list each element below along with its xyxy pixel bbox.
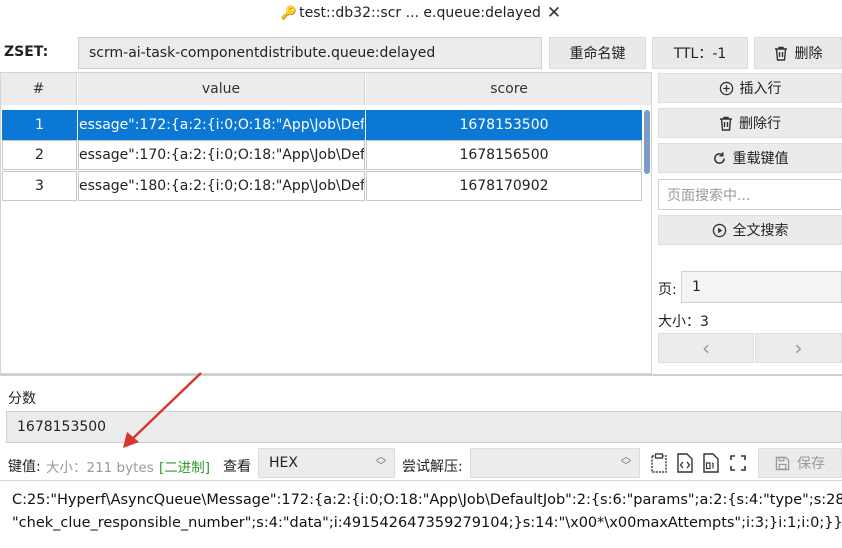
zset-table: # value score 1 essage":172:{a:2:{i:0;O:… (0, 72, 652, 374)
code-file-icon[interactable] (674, 452, 696, 474)
decompress-label: 尝试解压: (402, 459, 463, 475)
next-page-button[interactable]: › (755, 333, 842, 363)
insert-row-label: 插入行 (739, 81, 782, 97)
delete-row-button[interactable]: 删除行 (658, 108, 842, 138)
view-format-select[interactable]: HEX ︿ ﹀ (258, 448, 395, 478)
reload-value-button[interactable]: 重载键值 (658, 143, 842, 173)
value-label: 键值: (8, 459, 41, 475)
value-size-info: 大小：211 bytes (46, 460, 154, 476)
column-header-value[interactable]: value (78, 73, 365, 105)
clipboard-icon[interactable] (648, 452, 670, 474)
rename-key-button[interactable]: 重命名键 (549, 37, 646, 69)
close-icon[interactable]: ✕ (547, 3, 561, 23)
delete-row-label: 删除行 (739, 116, 781, 132)
delete-key-label: 删除 (794, 46, 823, 62)
arrow-annotation (123, 372, 202, 448)
key-type-label: ZSET: (4, 44, 49, 60)
window-title: test::db32::scr ... e.queue:delayed (299, 5, 541, 21)
save-button[interactable]: 保存 (758, 448, 842, 478)
chevron-updown-icon: ︿ ﹀ (621, 452, 631, 472)
value-editor[interactable]: C:25:"Hyperf\AsyncQueue\Message":172:{a:… (0, 480, 842, 548)
ttl-button[interactable]: TTL：-1 (652, 37, 748, 69)
row-index[interactable]: 3 (2, 171, 77, 201)
reload-value-label: 重载键值 (732, 151, 789, 167)
trash-icon (774, 46, 787, 61)
window-title-bar: 🔑 test::db32::scr ... e.queue:delayed ✕ (0, 0, 842, 26)
column-header-score[interactable]: score (366, 73, 651, 105)
view-format-label: 查看 (223, 459, 251, 475)
key-icon: 🔑 (280, 5, 298, 21)
save-label: 保存 (797, 456, 825, 472)
row-score[interactable]: 1678153500 (366, 110, 642, 140)
table-vertical-scrollbar[interactable] (644, 110, 650, 174)
view-format-value: HEX (269, 455, 298, 471)
insert-row-button[interactable]: 插入行 (658, 73, 842, 103)
binary-tag: [二进制] (159, 460, 211, 476)
row-index[interactable]: 1 (2, 110, 77, 140)
fullscreen-icon[interactable] (727, 452, 749, 474)
row-value[interactable]: essage":180:{a:2:{i:0;O:18:"App\Job\Defa… (78, 171, 365, 201)
delete-key-button[interactable]: 删除 (754, 37, 842, 69)
page-search-input[interactable]: 页面搜索中... (658, 179, 842, 210)
row-value[interactable]: essage":170:{a:2:{i:0;O:18:"App\Job\Defa… (78, 140, 365, 170)
key-name-field[interactable]: scrm-ai-task-componentdistribute.queue:d… (78, 37, 542, 69)
value-line: "chek_clue_responsible_number";s:4:"data… (12, 515, 842, 531)
fulltext-search-button[interactable]: 全文搜索 (658, 215, 842, 245)
page-label: 页: (658, 282, 677, 298)
save-icon (775, 456, 790, 470)
play-circle-icon (712, 223, 726, 237)
prev-page-button[interactable]: ‹ (658, 333, 754, 363)
chevron-updown-icon: ︿ ﹀ (376, 452, 386, 472)
refresh-icon (713, 151, 725, 164)
column-header-index[interactable]: # (1, 73, 77, 105)
row-score[interactable]: 1678156500 (366, 140, 642, 170)
trash-icon (720, 116, 732, 131)
fulltext-search-label: 全文搜索 (732, 223, 789, 239)
plus-circle-icon (719, 81, 733, 95)
score-label: 分数 (8, 391, 36, 407)
binary-file-icon[interactable] (700, 452, 722, 474)
page-number-input[interactable]: 1 (681, 271, 842, 303)
row-index[interactable]: 2 (2, 140, 77, 170)
value-line: C:25:"Hyperf\AsyncQueue\Message":172:{a:… (12, 492, 842, 508)
row-score[interactable]: 1678170902 (366, 171, 642, 201)
row-value[interactable]: essage":172:{a:2:{i:0;O:18:"App\Job\Defa… (78, 110, 365, 140)
size-label: 大小：3 (658, 314, 709, 330)
decompress-select[interactable]: ︿ ﹀ (470, 448, 640, 478)
